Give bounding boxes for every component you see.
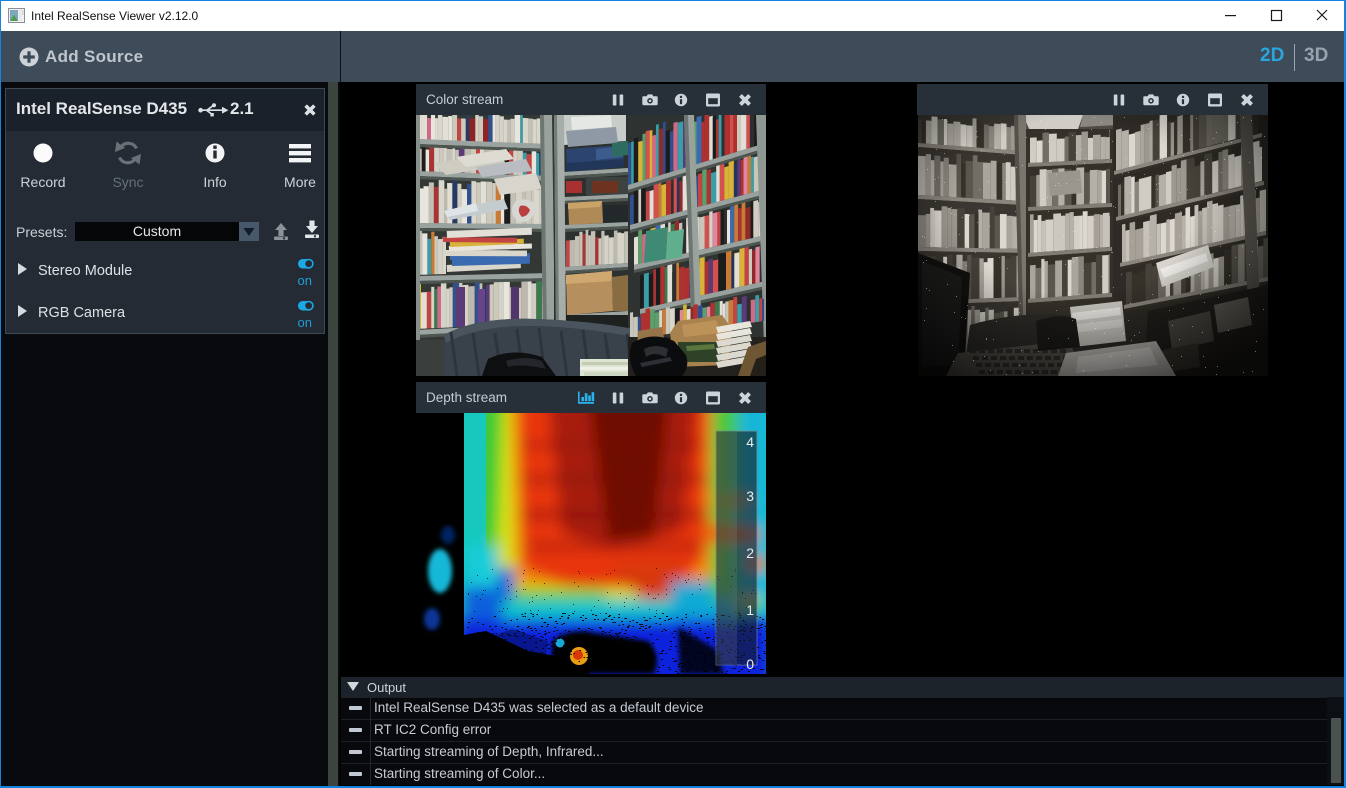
svg-text:More: More: [284, 174, 316, 190]
svg-text:Stereo Module: Stereo Module: [38, 263, 132, 279]
svg-text:2: 2: [746, 545, 754, 561]
svg-text:Info: Info: [203, 174, 227, 190]
svg-text:1: 1: [746, 602, 754, 618]
svg-text:on: on: [298, 315, 312, 330]
svg-text:on: on: [298, 273, 312, 288]
svg-text:0: 0: [746, 656, 754, 672]
svg-text:3: 3: [746, 488, 754, 504]
svg-text:4: 4: [746, 434, 754, 450]
svg-text:Sync: Sync: [112, 174, 143, 190]
svg-text:Record: Record: [20, 174, 65, 190]
svg-text:RGB Camera: RGB Camera: [38, 305, 126, 321]
